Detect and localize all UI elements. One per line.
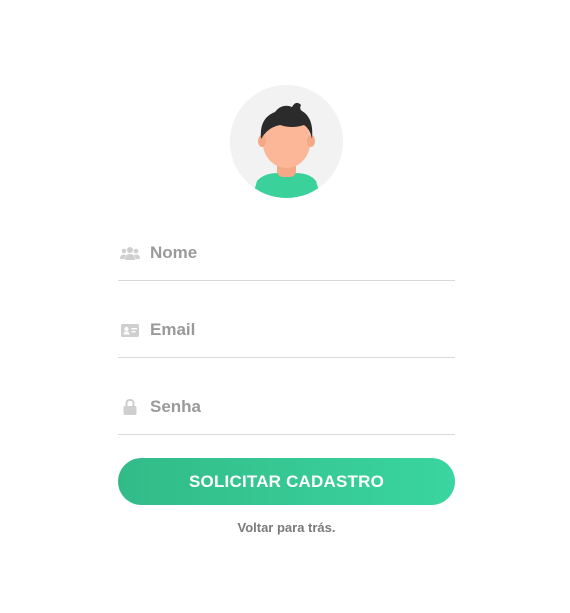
nome-field (118, 226, 455, 281)
id-card-icon (120, 322, 140, 338)
email-field (118, 303, 455, 358)
lock-icon (120, 399, 140, 415)
solicitar-cadastro-button[interactable]: SOLICITAR CADASTRO (118, 458, 455, 505)
signup-form: SOLICITAR CADASTRO Voltar para trás. (118, 226, 455, 535)
senha-input[interactable] (150, 393, 450, 421)
signup-page: SOLICITAR CADASTRO Voltar para trás. (0, 0, 570, 613)
user-avatar-icon (230, 85, 343, 198)
nome-input[interactable] (150, 239, 450, 267)
email-input[interactable] (150, 316, 450, 344)
users-icon (120, 245, 140, 261)
senha-field (118, 380, 455, 435)
voltar-link[interactable]: Voltar para trás. (118, 520, 455, 535)
